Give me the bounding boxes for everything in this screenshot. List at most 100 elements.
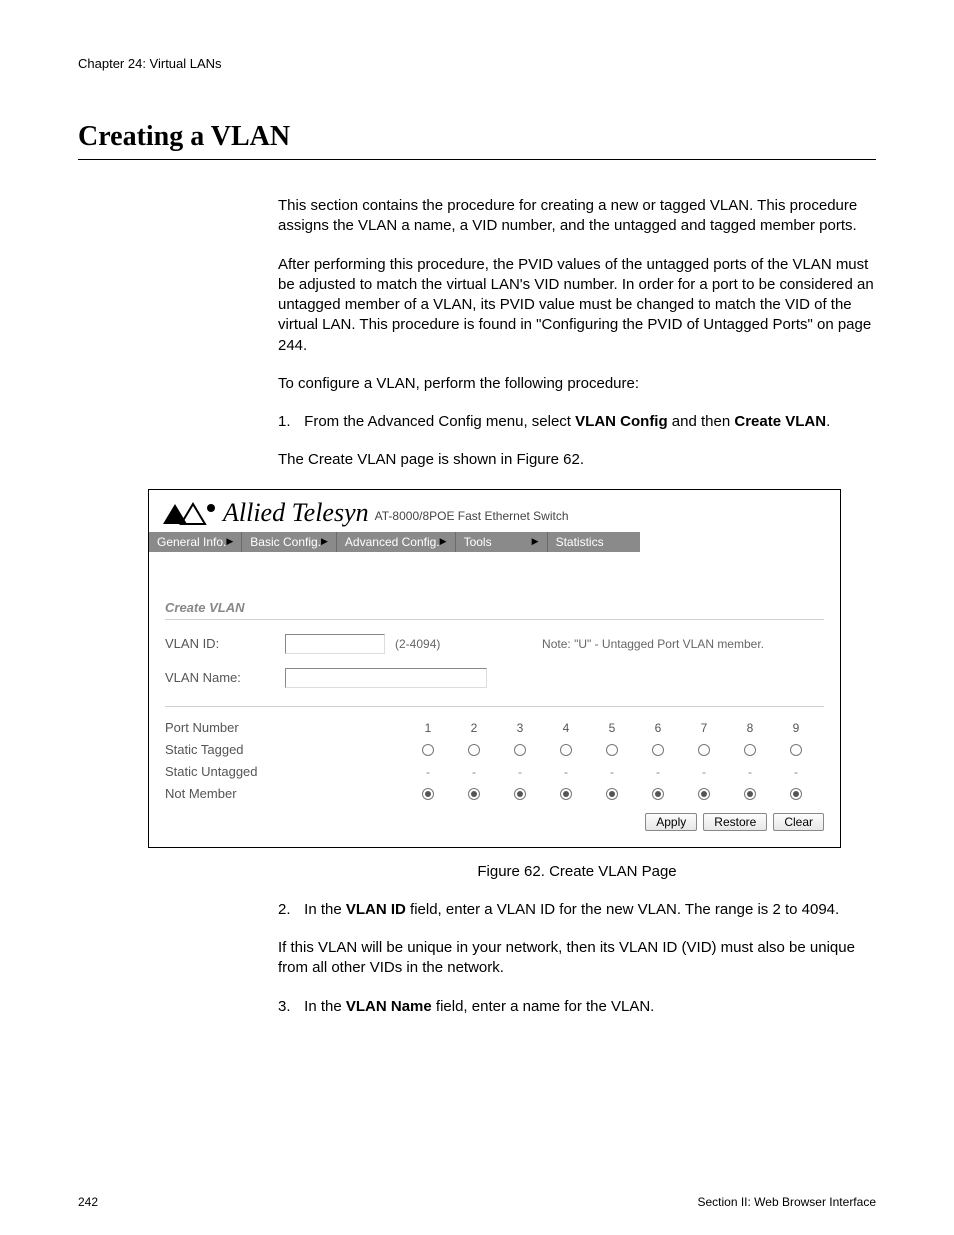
page-title: Creating a VLAN [78, 121, 876, 160]
apply-button[interactable]: Apply [645, 813, 697, 831]
radio-notmember[interactable] [790, 788, 802, 800]
chevron-right-icon: ▶ [321, 536, 328, 547]
vlan-id-range: (2-4094) [395, 637, 440, 651]
port-col: 1 [405, 721, 451, 735]
bold-text: VLAN ID [346, 901, 406, 918]
menu-tools[interactable]: Tools▶ [456, 532, 548, 552]
brand-logo-icon [161, 502, 217, 526]
radio-tagged[interactable] [422, 744, 434, 756]
menu-advanced-config[interactable]: Advanced Config.▶ [337, 532, 456, 552]
radio-notmember[interactable] [560, 788, 572, 800]
paragraph: After performing this procedure, the PVI… [278, 255, 876, 356]
menu-basic-config[interactable]: Basic Config.▶ [242, 532, 337, 552]
screenshot-box: Allied Telesyn AT-8000/8POE Fast Etherne… [148, 489, 841, 848]
dash-cell: - [635, 765, 681, 779]
text: field, enter a name for the VLAN. [432, 998, 655, 1015]
port-col: 4 [543, 721, 589, 735]
dash-cell: - [405, 765, 451, 779]
clear-button[interactable]: Clear [773, 813, 824, 831]
row-label: Static Untagged [165, 764, 405, 779]
step-number: 3. [278, 997, 300, 1017]
port-number-label: Port Number [165, 720, 405, 735]
bold-text: VLAN Name [346, 998, 432, 1015]
radio-tagged[interactable] [652, 744, 664, 756]
button-row: Apply Restore Clear [165, 813, 824, 831]
menu-bar: General Info.▶ Basic Config.▶ Advanced C… [149, 532, 840, 552]
step-number: 2. [278, 900, 300, 920]
dash-cell: - [451, 765, 497, 779]
bold-text: VLAN Config [575, 413, 667, 430]
step-2-follow: If this VLAN will be unique in your netw… [278, 938, 876, 979]
port-col: 9 [773, 721, 819, 735]
brand-name: Allied Telesyn [223, 500, 369, 526]
page: Chapter 24: Virtual LANs Creating a VLAN… [0, 0, 954, 1235]
vlan-name-label: VLAN Name: [165, 670, 275, 685]
radio-tagged[interactable] [744, 744, 756, 756]
text: In the [304, 998, 346, 1015]
radio-notmember[interactable] [606, 788, 618, 800]
radio-notmember[interactable] [652, 788, 664, 800]
radio-notmember[interactable] [744, 788, 756, 800]
vlan-id-label: VLAN ID: [165, 636, 275, 651]
page-footer: 242 Section II: Web Browser Interface [78, 1195, 876, 1209]
panel-title: Create VLAN [165, 600, 824, 620]
radio-notmember[interactable] [514, 788, 526, 800]
screenshot-content: Create VLAN VLAN ID: (2-4094) Note: "U" … [149, 552, 840, 847]
menu-general-info[interactable]: General Info.▶ [149, 532, 242, 552]
body-column-2: Figure 62. Create VLAN Page 2. In the VL… [278, 862, 876, 1017]
menu-statistics[interactable]: Statistics [548, 532, 640, 552]
static-untagged-row: Static Untagged - - - - - - - - - [165, 761, 824, 783]
port-col: 3 [497, 721, 543, 735]
port-col: 6 [635, 721, 681, 735]
vlan-id-input[interactable] [285, 634, 385, 654]
dash-cell: - [543, 765, 589, 779]
vlan-name-input[interactable] [285, 668, 487, 688]
chevron-right-icon: ▶ [440, 536, 447, 547]
dash-cell: - [727, 765, 773, 779]
row-label: Not Member [165, 786, 405, 801]
radio-tagged[interactable] [698, 744, 710, 756]
dash-cell: - [589, 765, 635, 779]
port-header-row: Port Number 1 2 3 4 5 6 7 8 9 [165, 717, 824, 739]
section-label: Section II: Web Browser Interface [697, 1195, 876, 1209]
paragraph: To configure a VLAN, perform the followi… [278, 374, 876, 394]
radio-tagged[interactable] [514, 744, 526, 756]
vlan-name-row: VLAN Name: [165, 668, 824, 688]
chevron-right-icon: ▶ [226, 536, 233, 547]
radio-tagged[interactable] [606, 744, 618, 756]
restore-button[interactable]: Restore [703, 813, 767, 831]
radio-notmember[interactable] [698, 788, 710, 800]
page-number: 242 [78, 1195, 98, 1209]
step-3: 3. In the VLAN Name field, enter a name … [278, 997, 876, 1017]
step-number: 1. [278, 412, 300, 432]
radio-notmember[interactable] [422, 788, 434, 800]
port-col: 8 [727, 721, 773, 735]
chapter-header: Chapter 24: Virtual LANs [78, 56, 876, 71]
not-member-row: Not Member [165, 783, 824, 805]
radio-tagged[interactable] [790, 744, 802, 756]
port-col: 2 [451, 721, 497, 735]
brand-subtitle: AT-8000/8POE Fast Ethernet Switch [375, 509, 569, 526]
port-col: 7 [681, 721, 727, 735]
radio-tagged[interactable] [468, 744, 480, 756]
step-1: 1. From the Advanced Config menu, select… [278, 412, 876, 432]
radio-tagged[interactable] [560, 744, 572, 756]
port-table: Port Number 1 2 3 4 5 6 7 8 9 Static Tag… [165, 706, 824, 831]
bold-text: Create VLAN [734, 413, 826, 430]
port-col: 5 [589, 721, 635, 735]
figure-caption: Figure 62. Create VLAN Page [278, 862, 876, 882]
untagged-note: Note: "U" - Untagged Port VLAN member. [542, 637, 824, 651]
body-column: This section contains the procedure for … [278, 196, 876, 471]
text: From the Advanced Config menu, select [304, 413, 575, 430]
step-2: 2. In the VLAN ID field, enter a VLAN ID… [278, 900, 876, 920]
chevron-right-icon: ▶ [532, 536, 539, 547]
text: In the [304, 901, 346, 918]
text: field, enter a VLAN ID for the new VLAN.… [406, 901, 839, 918]
radio-notmember[interactable] [468, 788, 480, 800]
text: and then [668, 413, 735, 430]
dash-cell: - [681, 765, 727, 779]
screenshot-header: Allied Telesyn AT-8000/8POE Fast Etherne… [149, 490, 840, 526]
row-label: Static Tagged [165, 742, 405, 757]
paragraph: This section contains the procedure for … [278, 196, 876, 237]
text: . [826, 413, 830, 430]
